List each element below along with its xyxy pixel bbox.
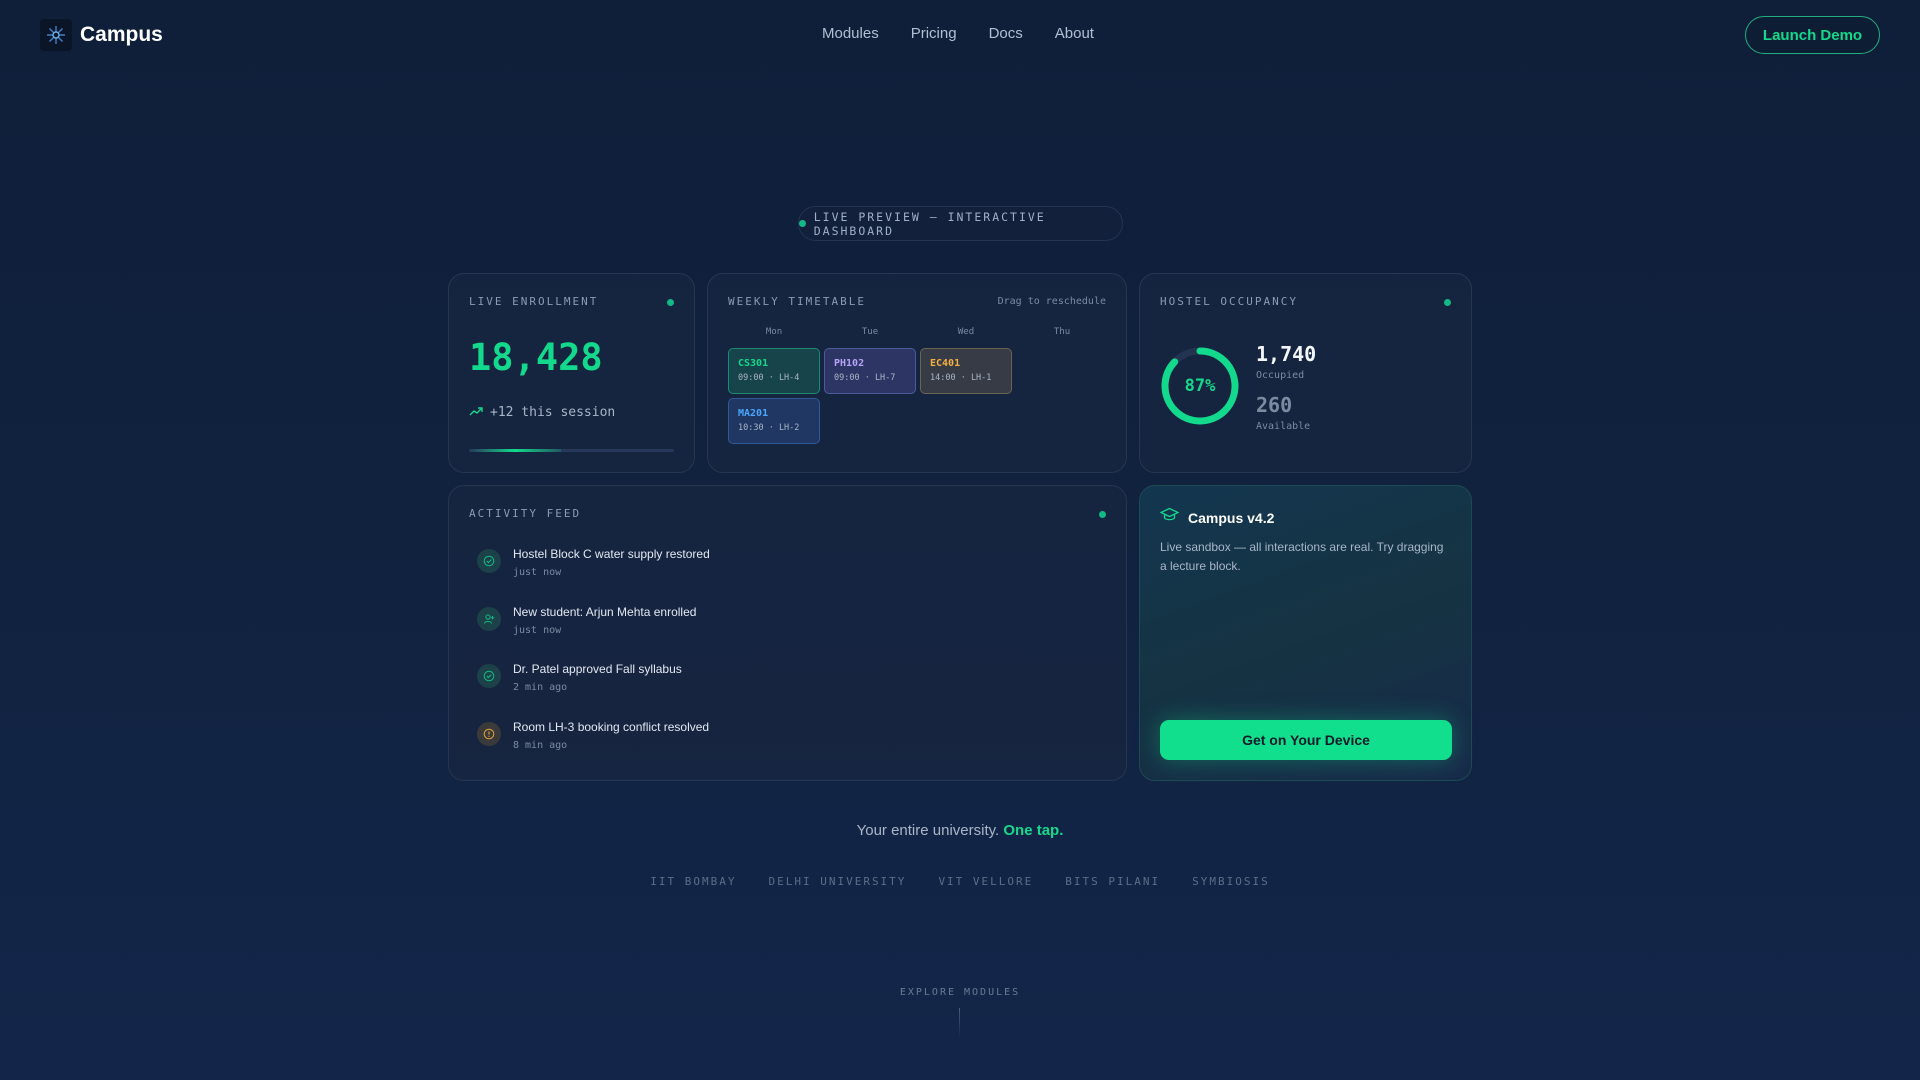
lecture-code: PH102 — [834, 358, 865, 369]
campus-logo-icon — [40, 19, 72, 51]
explore-modules-link[interactable]: EXPLORE MODULES — [0, 987, 1920, 998]
scroll-indicator-line — [959, 1008, 960, 1038]
promo-header: Campus v4.2 — [1159, 507, 1275, 528]
hostel-occupancy-card: HOSTEL OCCUPANCY 87% 1,740 Occupied 260 … — [1139, 273, 1472, 473]
brand-logo[interactable]: Campus — [40, 19, 163, 51]
lecture-block-ma201[interactable]: MA201 10:30 · LH-2 — [728, 398, 820, 444]
lecture-block-ph102[interactable]: PH102 09:00 · LH-7 — [824, 348, 916, 394]
lecture-meta: 10:30 · LH-2 — [738, 423, 800, 433]
nav-link-pricing[interactable]: Pricing — [911, 25, 957, 42]
occupied-label: Occupied — [1256, 370, 1305, 381]
nav-links: Modules Pricing Docs About — [822, 25, 1094, 42]
enrollment-card: LIVE ENROLLMENT 18,428 +12 this session — [448, 273, 695, 473]
activity-item: Room LH-3 booking conflict resolved 8 mi… — [477, 720, 709, 751]
lecture-code: MA201 — [738, 408, 769, 419]
university-name: BITS PILANI — [1065, 875, 1161, 888]
timetable-day-headers: Mon Tue Wed Thu — [728, 327, 1108, 337]
activity-time: just now — [513, 567, 562, 578]
day-header-mon: Mon — [765, 327, 783, 337]
enrollment-progress-fill — [469, 449, 562, 452]
live-preview-label: LIVE PREVIEW — INTERACTIVE DASHBOARD — [813, 209, 1046, 238]
brand-name: Campus — [80, 23, 163, 46]
occupancy-percent: 87% — [1184, 376, 1216, 396]
user-add-icon — [477, 607, 501, 631]
lecture-block-cs301[interactable]: CS301 09:00 · LH-4 — [728, 348, 820, 394]
activity-time: just now — [513, 625, 562, 636]
alert-circle-icon — [477, 722, 501, 746]
timetable-card: WEEKLY TIMETABLE Drag to reschedule Mon … — [707, 273, 1127, 473]
available-count: 260 — [1256, 393, 1293, 417]
occupied-count: 1,740 — [1256, 342, 1317, 366]
activity-text: Room LH-3 booking conflict resolved — [513, 720, 710, 734]
activity-text: Hostel Block C water supply restored — [513, 547, 710, 561]
hostel-title: HOSTEL OCCUPANCY — [1160, 295, 1298, 308]
activity-item: Hostel Block C water supply restored jus… — [477, 547, 710, 578]
university-name: IIT BOMBAY — [650, 875, 737, 888]
activity-text: Dr. Patel approved Fall syllabus — [513, 662, 682, 676]
nav-link-modules[interactable]: Modules — [822, 25, 879, 42]
lecture-code: EC401 — [930, 358, 961, 369]
activity-item: Dr. Patel approved Fall syllabus 2 min a… — [477, 662, 682, 693]
tagline-lead: Your entire university. — [856, 822, 1000, 839]
promo-title: Campus v4.2 — [1188, 509, 1275, 526]
check-circle-icon — [477, 549, 501, 573]
hostel-status-dot — [1444, 299, 1451, 306]
enrollment-status-dot — [667, 299, 674, 306]
activity-status-dot — [1099, 511, 1106, 518]
day-header-thu: Thu — [1053, 327, 1071, 337]
university-logos: IIT BOMBAY DELHI UNIVERSITY VIT VELLORE … — [0, 875, 1920, 888]
enrollment-count: 18,428 — [469, 336, 603, 379]
activity-feed-title: ACTIVITY FEED — [469, 507, 582, 520]
tagline-emphasis: One tap. — [1003, 822, 1064, 839]
trending-up-icon — [469, 405, 483, 420]
timetable-hint: Drag to reschedule — [997, 296, 1106, 307]
enrollment-delta-text: +12 this session — [490, 405, 616, 420]
check-circle-icon — [477, 664, 501, 688]
enrollment-delta: +12 this session — [469, 405, 615, 420]
day-header-wed: Wed — [957, 327, 975, 337]
live-indicator-dot — [799, 220, 806, 227]
university-name: DELHI UNIVERSITY — [768, 875, 907, 888]
activity-feed-card: ACTIVITY FEED Hostel Block C water suppl… — [448, 485, 1127, 781]
lecture-meta: 09:00 · LH-4 — [738, 373, 800, 383]
live-preview-badge: LIVE PREVIEW — INTERACTIVE DASHBOARD — [798, 206, 1123, 241]
promo-card: Campus v4.2 Live sandbox — all interacti… — [1139, 485, 1472, 781]
launch-demo-button[interactable]: Launch Demo — [1745, 16, 1880, 54]
timetable-title: WEEKLY TIMETABLE — [728, 295, 866, 308]
lecture-block-ec401[interactable]: EC401 14:00 · LH-1 — [920, 348, 1012, 394]
tagline: Your entire university. One tap. — [0, 822, 1920, 839]
lecture-meta: 14:00 · LH-1 — [930, 373, 992, 383]
activity-time: 2 min ago — [513, 682, 568, 693]
nav-link-docs[interactable]: Docs — [989, 25, 1023, 42]
activity-text: New student: Arjun Mehta enrolled — [513, 605, 697, 619]
available-label: Available — [1256, 421, 1311, 432]
top-nav: Campus Modules Pricing Docs About Launch… — [40, 16, 1880, 54]
promo-description: Live sandbox — all interactions are real… — [1160, 540, 1444, 573]
activity-item: New student: Arjun Mehta enrolled just n… — [477, 605, 696, 636]
nav-link-about[interactable]: About — [1055, 25, 1094, 42]
lecture-code: CS301 — [738, 358, 769, 369]
activity-time: 8 min ago — [513, 740, 568, 751]
get-on-device-button[interactable]: Get on Your Device — [1160, 720, 1452, 760]
university-name: VIT VELLORE — [938, 875, 1034, 888]
graduation-cap-icon — [1159, 507, 1180, 528]
day-header-tue: Tue — [861, 327, 879, 337]
enrollment-progress-track — [469, 449, 674, 452]
university-name: SYMBIOSIS — [1192, 875, 1270, 888]
lecture-meta: 09:00 · LH-7 — [834, 373, 896, 383]
enrollment-title: LIVE ENROLLMENT — [469, 295, 599, 308]
